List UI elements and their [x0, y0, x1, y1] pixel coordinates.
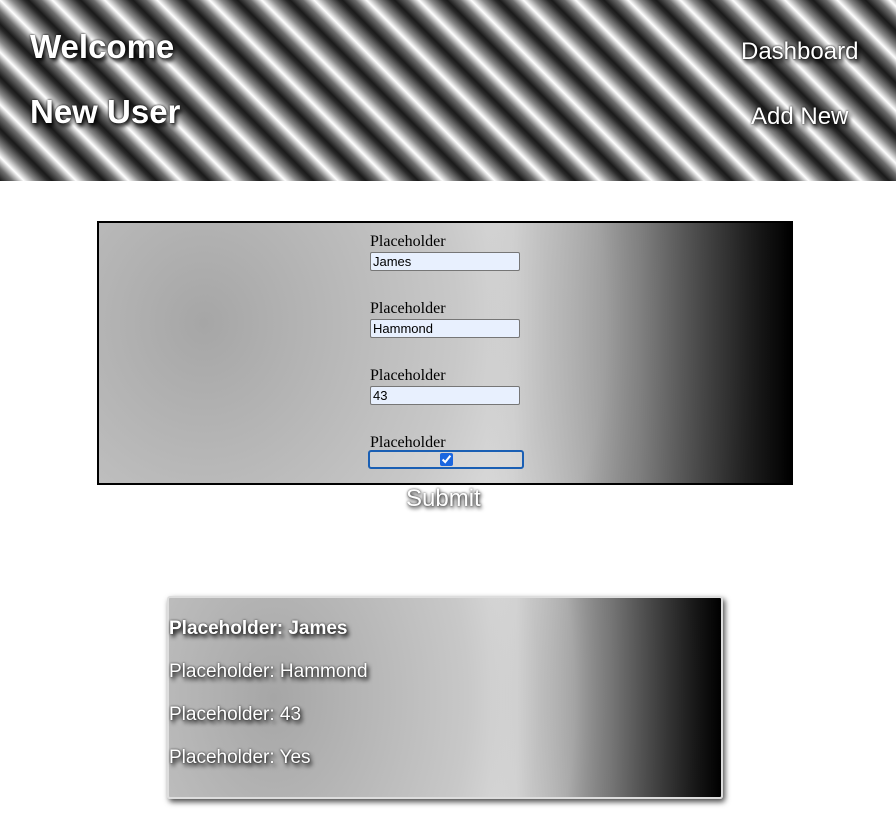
nav-add-new-link[interactable]: Add New — [751, 103, 848, 131]
age-label: Placeholder — [370, 367, 446, 384]
age-input[interactable] — [370, 386, 520, 405]
first-name-input[interactable] — [370, 252, 520, 271]
result-card: Placeholder: James Placeholder: Hammond … — [167, 596, 723, 799]
first-name-label: Placeholder — [370, 233, 446, 250]
header-title-welcome: Welcome — [30, 28, 175, 65]
header-banner: Welcome New User Dashboard Add New — [0, 0, 896, 181]
last-name-input[interactable] — [370, 319, 520, 338]
submit-button[interactable]: Submit — [406, 485, 481, 513]
last-name-label: Placeholder — [370, 300, 446, 317]
result-line-last-name: Placeholder: Hammond — [169, 661, 368, 682]
user-form: Placeholder Placeholder Placeholder Plac… — [97, 221, 793, 485]
nav-dashboard-link[interactable]: Dashboard — [741, 38, 858, 66]
checkbox-field[interactable] — [368, 450, 524, 469]
result-line-checkbox: Placeholder: Yes — [169, 747, 311, 768]
result-line-age: Placeholder: 43 — [169, 704, 302, 725]
header-title-new-user: New User — [30, 93, 181, 130]
checkbox-input[interactable] — [439, 453, 453, 466]
result-line-first-name: Placeholder: James — [169, 618, 348, 639]
